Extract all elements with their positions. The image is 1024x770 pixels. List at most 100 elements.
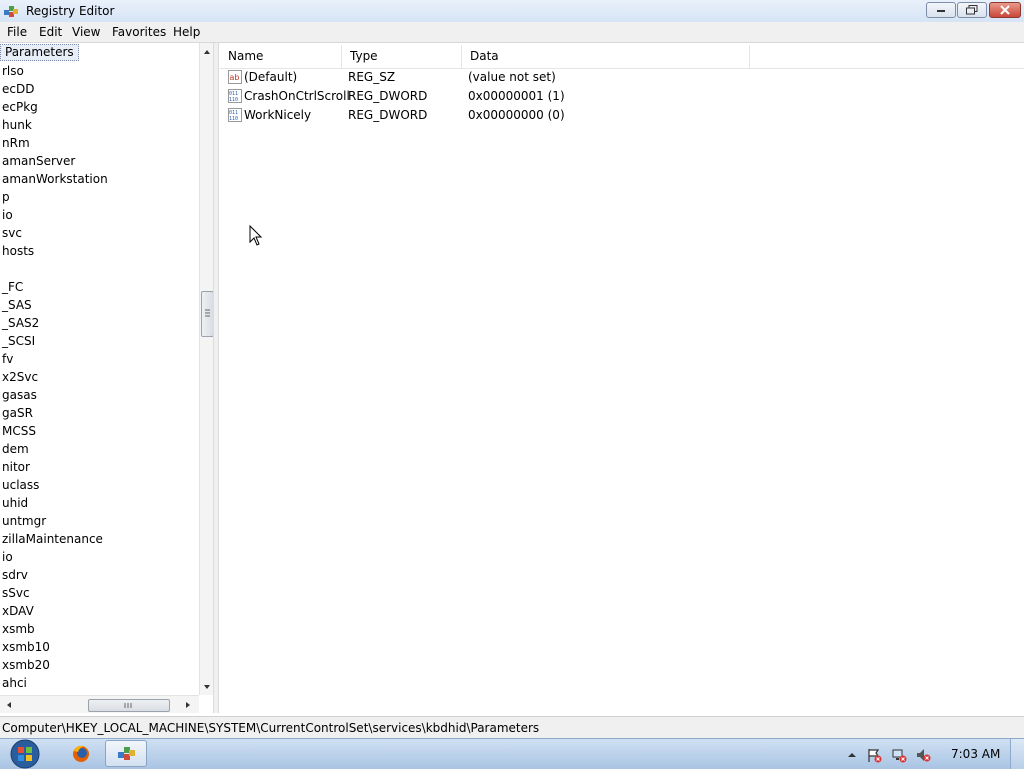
- tree-item[interactable]: zillaMaintenance: [0, 530, 108, 548]
- tree-vertical-scrollbar[interactable]: [199, 43, 213, 695]
- volume-icon[interactable]: [915, 747, 931, 763]
- value-row[interactable]: 011 110 WorkNicely REG_DWORD 0x00000000 …: [220, 106, 1024, 125]
- tree-item[interactable]: svc: [0, 224, 108, 242]
- tree-item[interactable]: io: [0, 548, 108, 566]
- tree-item[interactable]: amanWorkstation: [0, 170, 108, 188]
- scroll-right-icon[interactable]: [181, 698, 195, 712]
- tree-item[interactable]: gasas: [0, 386, 108, 404]
- tree-list: rlso ecDD ecPkg hunk nRm amanServer amanWorkst…: [0, 62, 108, 692]
- tree-item[interactable]: [0, 260, 108, 278]
- tree-item[interactable]: rlso: [0, 62, 108, 80]
- tree-item[interactable]: xsmb10: [0, 638, 108, 656]
- close-icon: [1000, 5, 1010, 15]
- tree-item[interactable]: ecDD: [0, 80, 108, 98]
- show-hidden-icons-icon[interactable]: [844, 747, 860, 763]
- tree-item[interactable]: hosts: [0, 242, 108, 260]
- list-header: Name Type Data: [220, 45, 1024, 69]
- tree-item[interactable]: uhid: [0, 494, 108, 512]
- tree-horizontal-scrollbar[interactable]: [0, 695, 199, 713]
- value-data: 0x00000001 (1): [468, 89, 565, 103]
- tree-item[interactable]: ahci: [0, 674, 108, 692]
- tree-item[interactable]: untmgr: [0, 512, 108, 530]
- column-name-header[interactable]: Name: [220, 45, 342, 68]
- tree-item[interactable]: hunk: [0, 116, 108, 134]
- value-row[interactable]: ab (Default) REG_SZ (value not set): [220, 68, 1024, 87]
- string-value-icon: ab: [228, 70, 242, 84]
- restore-icon: [966, 5, 978, 15]
- grip-icon: [124, 703, 132, 708]
- tree-item[interactable]: xsmb20: [0, 656, 108, 674]
- tree-item[interactable]: uclass: [0, 476, 108, 494]
- tree-item[interactable]: amanServer: [0, 152, 108, 170]
- svg-text:110: 110: [229, 97, 238, 103]
- menu-help[interactable]: Help: [173, 25, 200, 39]
- tree-item[interactable]: xDAV: [0, 602, 108, 620]
- tree-item[interactable]: sdrv: [0, 566, 108, 584]
- regedit-icon: [118, 747, 135, 760]
- tree-item[interactable]: nRm: [0, 134, 108, 152]
- status-bar: Computer\HKEY_LOCAL_MACHINE\SYSTEM\Curre…: [0, 716, 1024, 739]
- tree-vertical-thumb[interactable]: [201, 291, 213, 337]
- tree-item[interactable]: _SAS2: [0, 314, 108, 332]
- menu-view[interactable]: View: [72, 25, 100, 39]
- grip-icon: [205, 309, 210, 317]
- value-type: REG_DWORD: [348, 89, 428, 103]
- tree-item[interactable]: xsmb: [0, 620, 108, 638]
- minimize-button[interactable]: [926, 2, 956, 18]
- taskbar-regedit[interactable]: [105, 740, 147, 767]
- scroll-down-icon[interactable]: [200, 680, 213, 694]
- dword-value-icon: 011 110: [228, 89, 242, 103]
- registry-tree[interactable]: Parameters rlso ecDD ecPkg hunk nRm amanServe…: [0, 43, 213, 713]
- action-center-flag-icon[interactable]: [866, 747, 882, 763]
- tree-item[interactable]: x2Svc: [0, 368, 108, 386]
- tree-item[interactable]: _SCSI: [0, 332, 108, 350]
- column-type-header[interactable]: Type: [342, 45, 462, 68]
- column-data-header[interactable]: Data: [462, 45, 750, 68]
- clock[interactable]: 7:03 AM: [951, 747, 1000, 761]
- close-button[interactable]: [989, 2, 1021, 18]
- menu-edit[interactable]: Edit: [39, 25, 62, 39]
- tree-item[interactable]: ecPkg: [0, 98, 108, 116]
- svg-text:ab: ab: [230, 73, 240, 82]
- tree-item[interactable]: p: [0, 188, 108, 206]
- tree-item[interactable]: MCSS: [0, 422, 108, 440]
- taskbar-firefox[interactable]: [60, 740, 102, 767]
- taskbar: 7:03 AM: [0, 738, 1024, 769]
- menu-bar: File Edit View Favorites Help: [0, 22, 1024, 43]
- show-desktop-button[interactable]: [1010, 739, 1024, 769]
- key-path: Computer\HKEY_LOCAL_MACHINE\SYSTEM\Curre…: [2, 721, 540, 735]
- value-type: REG_SZ: [348, 70, 396, 84]
- tree-item[interactable]: _FC: [0, 278, 108, 296]
- regedit-app-icon: [4, 6, 18, 17]
- menu-file[interactable]: File: [7, 25, 27, 39]
- title-bar[interactable]: Registry Editor: [0, 0, 1024, 23]
- maximize-button[interactable]: [957, 2, 987, 18]
- value-type: REG_DWORD: [348, 108, 428, 122]
- tree-horizontal-thumb[interactable]: [88, 699, 170, 712]
- tree-item-selected[interactable]: Parameters: [0, 44, 79, 61]
- minimize-icon: [937, 10, 945, 12]
- network-icon[interactable]: [891, 747, 907, 763]
- value-row[interactable]: 011 110 CrashOnCtrlScroll REG_DWORD 0x00…: [220, 87, 1024, 106]
- pane-splitter[interactable]: [213, 43, 219, 713]
- svg-text:110: 110: [229, 116, 238, 122]
- value-name: WorkNicely: [244, 108, 312, 122]
- scroll-up-icon[interactable]: [200, 45, 213, 59]
- value-data: 0x00000000 (0): [468, 108, 565, 122]
- tree-item[interactable]: sSvc: [0, 584, 108, 602]
- tree-item[interactable]: fv: [0, 350, 108, 368]
- start-button[interactable]: [6, 739, 44, 769]
- window-title: Registry Editor: [26, 4, 115, 18]
- tree-item[interactable]: gaSR: [0, 404, 108, 422]
- mouse-pointer-icon: [249, 225, 263, 246]
- firefox-icon: [73, 745, 89, 762]
- value-name: CrashOnCtrlScroll: [244, 89, 350, 103]
- tree-item[interactable]: io: [0, 206, 108, 224]
- value-data: (value not set): [468, 70, 556, 84]
- scroll-left-icon[interactable]: [2, 698, 16, 712]
- values-list[interactable]: Name Type Data ab (Default) REG_SZ (valu…: [220, 43, 1024, 713]
- tree-item[interactable]: nitor: [0, 458, 108, 476]
- tree-item[interactable]: dem: [0, 440, 108, 458]
- tree-item[interactable]: _SAS: [0, 296, 108, 314]
- menu-favorites[interactable]: Favorites: [112, 25, 166, 39]
